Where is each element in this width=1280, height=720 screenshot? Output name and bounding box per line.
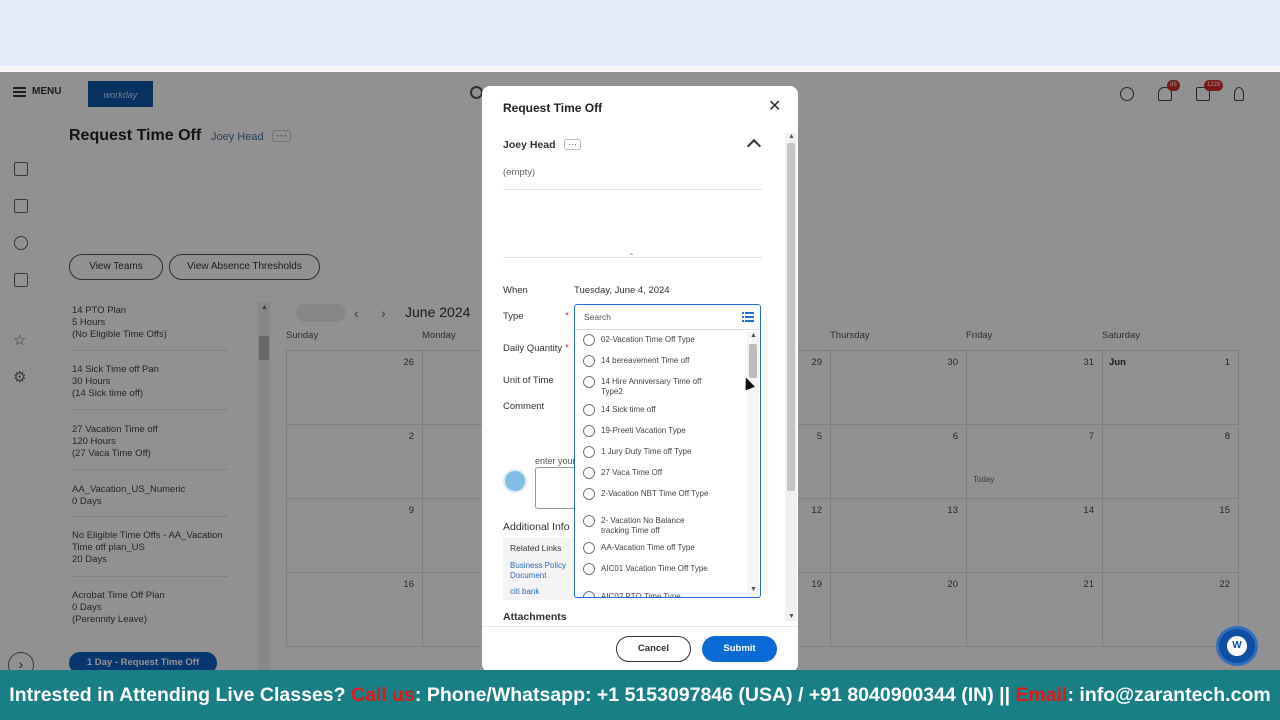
dialog-scroll-thumb[interactable]: [787, 143, 795, 491]
dropdown-divider: [575, 329, 759, 330]
type-option-label: AIC01 Vacation Time Off Type: [601, 564, 708, 573]
type-option-label: 1 Jury Duty Time off Type: [601, 447, 692, 456]
attachments-heading: Attachments: [503, 611, 567, 623]
type-option[interactable]: 2- Vacation No Balance tracking Time off: [583, 515, 743, 536]
type-option[interactable]: 27 Vaca Time Off: [583, 467, 743, 479]
cloud-avatar-icon: [503, 469, 527, 493]
type-option-label: 14 Sick time off: [601, 405, 656, 414]
type-option-label: AA-Vacation Time off Type: [601, 543, 695, 552]
worker-name[interactable]: Joey Head: [503, 139, 556, 151]
radio-button[interactable]: [583, 515, 595, 527]
radio-button[interactable]: [583, 467, 595, 479]
radio-button[interactable]: [583, 334, 595, 346]
radio-button[interactable]: [583, 446, 595, 458]
when-value: Tuesday, June 4, 2024: [574, 285, 670, 296]
radio-button[interactable]: [583, 542, 595, 554]
list-view-icon[interactable]: [742, 311, 754, 322]
required-mark: *: [565, 311, 569, 322]
type-option[interactable]: AA-Vacation Time off Type: [583, 542, 743, 554]
promo-banner: Intrested in Attending Live Classes? Cal…: [0, 670, 1280, 720]
type-option[interactable]: 19-Preeti Vacation Type: [583, 425, 743, 437]
empty-value: (empty): [503, 167, 536, 178]
type-option[interactable]: 14 Hire Anniversary Time off Type2: [583, 376, 743, 397]
close-icon[interactable]: ✕: [768, 98, 781, 116]
top-band: [0, 0, 1280, 66]
dropdown-scroll-thumb[interactable]: [749, 344, 757, 378]
type-dropdown[interactable]: Search 02-Vacation Time Off Type 14 berea…: [574, 304, 761, 598]
radio-button[interactable]: [583, 355, 595, 367]
radio-button[interactable]: [583, 425, 595, 437]
business-policy-link[interactable]: Business Policy Document: [510, 561, 583, 581]
daily-quantity-label: Daily Quantity: [503, 343, 563, 354]
required-mark: *: [565, 343, 569, 354]
assistant-icon: W: [1227, 636, 1247, 656]
cancel-button[interactable]: Cancel: [616, 636, 691, 662]
dialog-scrollbar[interactable]: ▲ ▼: [785, 133, 797, 621]
type-search-input[interactable]: Search: [584, 312, 611, 322]
radio-button[interactable]: [583, 376, 595, 388]
radio-button[interactable]: [583, 563, 595, 575]
worker-actions-icon[interactable]: ⋯: [564, 139, 581, 150]
type-option[interactable]: 02-Vacation Time Off Type: [583, 334, 743, 346]
type-option[interactable]: 2-Vacation NBT Time Off Type: [583, 488, 743, 500]
type-option-label: 14 bereavement Time off: [601, 356, 690, 365]
radio-button[interactable]: [583, 404, 595, 416]
submit-button[interactable]: Submit: [702, 636, 777, 662]
comment-hint: enter your: [535, 456, 576, 466]
footer-divider: [482, 626, 798, 627]
banner-text: Intrested in Attending Live Classes?: [9, 684, 351, 706]
type-option-label: 14 Hire Anniversary Time off Type2: [601, 377, 702, 396]
banner-email: : info@zarantech.com: [1067, 684, 1271, 706]
additional-info-heading: Additional Info: [503, 521, 570, 533]
radio-button[interactable]: [583, 488, 595, 500]
divider: [503, 189, 762, 190]
type-option-label: AIC02 PTO Time Type: [601, 592, 681, 598]
type-option[interactable]: 14 Sick time off: [583, 404, 743, 416]
dialog-title: Request Time Off: [503, 101, 603, 115]
scroll-up-arrow-icon[interactable]: ▲: [788, 133, 795, 140]
caret-up-icon[interactable]: ⌃: [628, 252, 635, 261]
type-option-label: 02-Vacation Time Off Type: [601, 335, 695, 344]
type-label: Type: [503, 311, 524, 322]
citi-bank-link[interactable]: citi bank: [510, 587, 539, 597]
type-option[interactable]: 1 Jury Duty Time off Type: [583, 446, 743, 458]
unit-of-time-label: Unit of Time: [503, 375, 554, 386]
dropdown-scrollbar[interactable]: ▲ ▼: [747, 331, 759, 597]
banner-call-us: Call us: [350, 684, 415, 706]
scroll-down-arrow-icon[interactable]: ▼: [788, 613, 795, 620]
scroll-up-arrow-icon[interactable]: ▲: [750, 332, 757, 339]
collapse-chevron-icon[interactable]: [746, 138, 762, 154]
comment-label: Comment: [503, 401, 545, 412]
chat-assistant-button[interactable]: W: [1216, 626, 1258, 666]
type-option-label: 2- Vacation No Balance tracking Time off: [601, 516, 685, 535]
related-links-box: Related Links Business Policy Document c…: [503, 538, 583, 600]
type-option-label: 19-Preeti Vacation Type: [601, 426, 686, 435]
banner-phone: : Phone/Whatsapp: +1 5153097846 (USA) / …: [414, 684, 1016, 706]
when-label: When: [503, 285, 528, 296]
radio-button[interactable]: [583, 591, 595, 597]
type-option-label: 2-Vacation NBT Time Off Type: [601, 489, 709, 498]
type-option-label: 27 Vaca Time Off: [601, 468, 663, 477]
type-option[interactable]: 14 bereavement Time off: [583, 355, 743, 367]
type-option[interactable]: AIC02 PTO Time Type: [583, 591, 743, 598]
banner-email-label: Email: [1015, 684, 1068, 706]
type-option[interactable]: AIC01 Vacation Time Off Type: [583, 563, 743, 575]
scroll-down-arrow-icon[interactable]: ▼: [750, 586, 757, 593]
related-links-title: Related Links: [510, 543, 562, 553]
